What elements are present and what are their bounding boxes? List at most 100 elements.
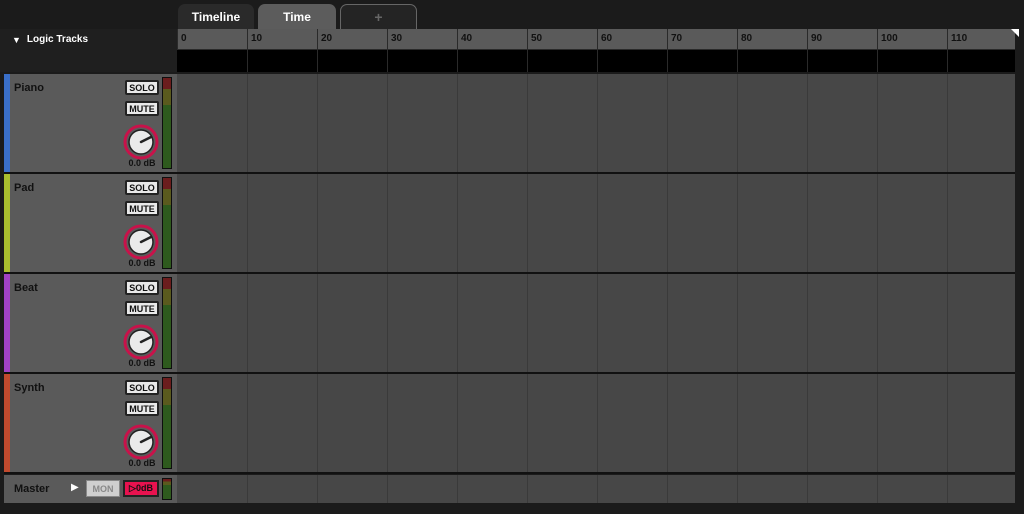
gain-knob-icon[interactable] [123, 224, 159, 260]
ruler-tick-label: 90 [811, 33, 823, 44]
ruler-tick-label: 80 [741, 33, 753, 44]
grid-line [597, 174, 598, 272]
track-name[interactable]: Pad [14, 182, 34, 194]
grid-line [667, 274, 668, 372]
gain-knob-icon[interactable] [123, 124, 159, 160]
ruler-tick: 90 [807, 29, 822, 50]
grid-line [947, 50, 948, 72]
grid-line [877, 74, 878, 172]
mute-button[interactable]: MUTE [125, 201, 159, 216]
master-lane[interactable] [177, 475, 1015, 503]
grid-line [527, 74, 528, 172]
track-color-bar [4, 374, 10, 472]
grid-line [947, 374, 948, 472]
tab-bar: Timeline Time + [0, 0, 1024, 29]
track-lane-1[interactable] [177, 174, 1015, 272]
grid-line [457, 174, 458, 272]
track-lane-0[interactable] [177, 74, 1015, 172]
grid-line [737, 50, 738, 72]
grid-line [807, 374, 808, 472]
grid-line [807, 74, 808, 172]
solo-button[interactable]: SOLO [125, 80, 159, 95]
ruler-tick-label: 110 [951, 33, 968, 44]
tab-timeline[interactable]: Timeline [178, 4, 254, 29]
master-label: Master [14, 483, 50, 495]
ruler-tick: 80 [737, 29, 752, 50]
bottom-bar [0, 503, 1024, 514]
playhead-marker-icon[interactable] [1011, 29, 1019, 37]
grid-line [527, 274, 528, 372]
grid-line [947, 274, 948, 372]
master-level-meter [162, 478, 172, 500]
grid-line [737, 374, 738, 472]
mute-button[interactable]: MUTE [125, 101, 159, 116]
grid-line [317, 475, 318, 503]
grid-line [597, 74, 598, 172]
collapse-triangle-icon[interactable]: ▼ [12, 35, 21, 45]
track-lane-3[interactable] [177, 374, 1015, 472]
track-header-0[interactable]: Piano SOLO MUTE 0.0 dB [4, 74, 177, 172]
ruler-tick-label: 60 [601, 33, 613, 44]
grid-line [737, 74, 738, 172]
logic-tracks-header[interactable]: ▼ Logic Tracks [0, 29, 177, 50]
level-meter [162, 77, 172, 169]
solo-button[interactable]: SOLO [125, 180, 159, 195]
grid-line [597, 374, 598, 472]
track-color-bar [4, 274, 10, 372]
grid-line [807, 274, 808, 372]
grid-line [247, 74, 248, 172]
ruler-tick: 30 [387, 29, 402, 50]
track-name[interactable]: Synth [14, 382, 45, 394]
grid-line [947, 475, 948, 503]
ruler-tick: 50 [527, 29, 542, 50]
tab-time[interactable]: Time [258, 4, 336, 29]
ruler-tick: 60 [597, 29, 612, 50]
track-name[interactable]: Piano [14, 82, 44, 94]
track-header-2[interactable]: Beat SOLO MUTE 0.0 dB [4, 274, 177, 372]
limiter-button[interactable]: ▷0dB [123, 480, 159, 497]
grid-line [457, 274, 458, 372]
ruler-tick-label: 50 [531, 33, 543, 44]
ruler-tick-label: 100 [881, 33, 898, 44]
grid-line [457, 475, 458, 503]
grid-line [387, 174, 388, 272]
grid-line [667, 50, 668, 72]
grid-line [597, 475, 598, 503]
grid-line [457, 74, 458, 172]
gain-readout: 0.0 dB [128, 158, 156, 168]
track-lane-2[interactable] [177, 274, 1015, 372]
grid-line [317, 50, 318, 72]
grid-line [317, 374, 318, 472]
solo-button[interactable]: SOLO [125, 380, 159, 395]
mute-button[interactable]: MUTE [125, 401, 159, 416]
grid-line [247, 475, 248, 503]
ruler-tick-label: 20 [321, 33, 333, 44]
monitor-button[interactable]: MON [86, 480, 120, 497]
grid-line [247, 50, 248, 72]
grid-line [807, 50, 808, 72]
grid-line [247, 374, 248, 472]
mute-button[interactable]: MUTE [125, 301, 159, 316]
level-meter [162, 277, 172, 369]
grid-line [317, 74, 318, 172]
time-ruler[interactable]: 0 10 20 30 40 50 60 70 80 90 100 110 [177, 29, 1019, 50]
ruler-tick: 40 [457, 29, 472, 50]
track-header-1[interactable]: Pad SOLO MUTE 0.0 dB [4, 174, 177, 272]
ruler-tick-label: 10 [251, 33, 263, 44]
gain-readout: 0.0 dB [128, 458, 156, 468]
solo-button[interactable]: SOLO [125, 280, 159, 295]
gain-knob-icon[interactable] [123, 424, 159, 460]
grid-line [877, 475, 878, 503]
gain-knob-icon[interactable] [123, 324, 159, 360]
track-header-3[interactable]: Synth SOLO MUTE 0.0 dB [4, 374, 177, 472]
grid-line [317, 174, 318, 272]
ruler-tick: 0 [177, 29, 187, 50]
add-tab-button[interactable]: + [340, 4, 417, 29]
grid-line [667, 475, 668, 503]
grid-line [387, 50, 388, 72]
track-name[interactable]: Beat [14, 282, 38, 294]
play-icon[interactable]: ▶ [71, 482, 79, 493]
marker-lane[interactable] [177, 50, 1015, 72]
gain-readout: 0.0 dB [128, 258, 156, 268]
ruler-tick-label: 70 [671, 33, 683, 44]
